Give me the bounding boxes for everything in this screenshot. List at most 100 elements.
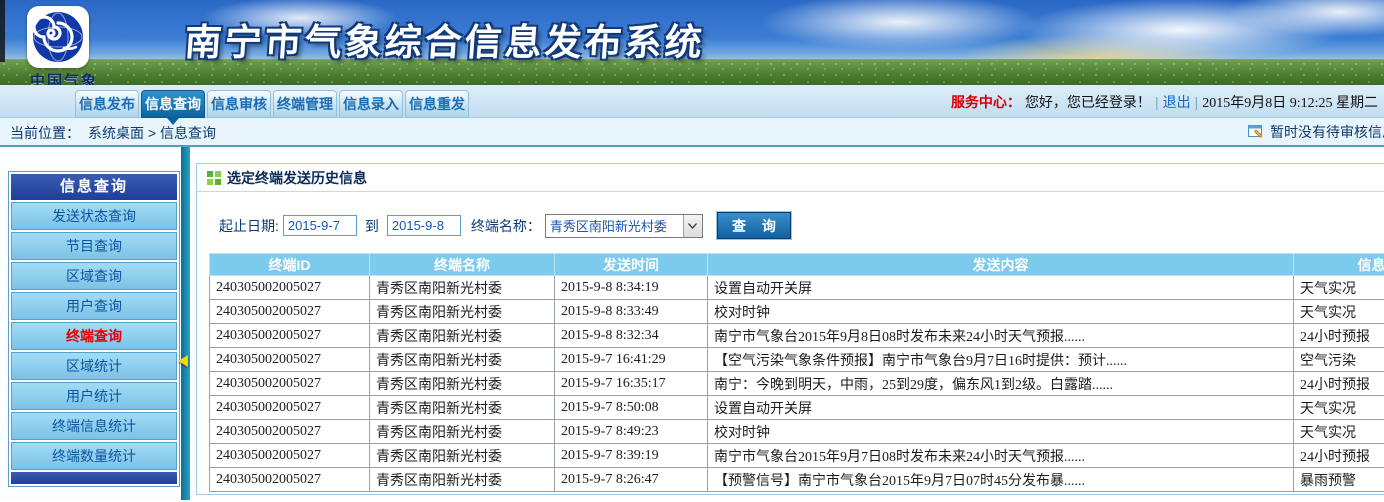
service-center: 服务中心： 您好，您已经登录！ | 退出 | 2015年9月8日 9:12:25… [951, 85, 1378, 118]
sidebar-item-发送状态查询[interactable]: 发送状态查询 [11, 202, 177, 230]
site-title: 南宁市气象综合信息发布系统 [183, 12, 707, 66]
main-nav-bar: 信息发布信息查询信息审核终端管理信息录入信息重发 服务中心： 您好，您已经登录！… [0, 85, 1384, 118]
sidebar-item-终端查询[interactable]: 终端查询 [11, 322, 177, 350]
history-panel: 选定终端发送历史信息 起止日期: 到 终端名称： 青秀区南阳新光村委 查 询 [196, 163, 1384, 495]
table-cell: 设置自动开关屏 [708, 396, 1294, 420]
table-cell: 24小时预报 [1294, 372, 1384, 396]
table-cell: 2015-9-8 8:34:19 [555, 276, 708, 300]
table-cell: 南宁市气象台2015年9月8日08时发布未来24小时天气预报...... [708, 324, 1294, 348]
logout-link[interactable]: 退出 [1163, 92, 1191, 112]
table-cell: 2015-9-7 16:41:29 [555, 348, 708, 372]
chevron-down-icon [688, 223, 697, 229]
terminal-select[interactable]: 青秀区南阳新光村委 [545, 214, 703, 238]
table-row: 240305002005027青秀区南阳新光村委2015-9-7 16:35:1… [210, 372, 1384, 396]
breadcrumb-path: 系统桌面 > 信息查询 [88, 125, 216, 141]
breadcrumb-label: 当前位置： [10, 125, 80, 141]
current-datetime: 2015年9月8日 9:12:25 星期二 [1202, 92, 1378, 112]
sidebar-item-终端数量统计[interactable]: 终端数量统计 [11, 442, 177, 470]
service-center-label: 服务中心： [951, 92, 1021, 112]
notepad-pencil-icon [1248, 124, 1265, 140]
nav-tab-终端管理[interactable]: 终端管理 [273, 90, 337, 118]
table-cell: 南宁市气象台2015年9月7日08时发布未来24小时天气预报...... [708, 444, 1294, 468]
history-table-wrap: 终端ID终端名称发送时间发送内容信息位 240305002005027青秀区南阳… [209, 253, 1384, 492]
sidebar-item-终端信息统计[interactable]: 终端信息统计 [11, 412, 177, 440]
table-row: 240305002005027青秀区南阳新光村委2015-9-7 8:26:47… [210, 468, 1384, 492]
table-cell: 青秀区南阳新光村委 [370, 420, 555, 444]
audit-notice-text: 暂时没有待审核信息 [1270, 122, 1384, 142]
table-body: 240305002005027青秀区南阳新光村委2015-9-8 8:34:19… [210, 276, 1384, 492]
date-range-label: 起止日期: [219, 216, 279, 236]
table-cell: 240305002005027 [210, 348, 370, 372]
nav-tab-信息发布[interactable]: 信息发布 [75, 90, 139, 118]
table-cell: 暴雨预警 [1294, 468, 1384, 492]
table-cell: 【预警信号】南宁市气象台2015年9月7日07时45分发布暴...... [708, 468, 1294, 492]
table-row: 240305002005027青秀区南阳新光村委2015-9-8 8:32:34… [210, 324, 1384, 348]
separator: | [1195, 94, 1199, 110]
table-cell: 2015-9-7 8:49:23 [555, 420, 708, 444]
table-row: 240305002005027青秀区南阳新光村委2015-9-7 8:39:19… [210, 444, 1384, 468]
table-cell: 2015-9-7 8:39:19 [555, 444, 708, 468]
panel-title: 选定终端发送历史信息 [227, 164, 367, 192]
table-cell: 240305002005027 [210, 324, 370, 348]
table-header-row: 终端ID终端名称发送时间发送内容信息位 [210, 254, 1384, 276]
date-from-input[interactable] [283, 215, 357, 236]
table-cell: 240305002005027 [210, 396, 370, 420]
table-cell: 青秀区南阳新光村委 [370, 348, 555, 372]
login-greeting: 您好，您已经登录！ [1025, 92, 1151, 112]
breadcrumb: 当前位置： 系统桌面 > 信息查询 [10, 123, 216, 143]
table-cell: 240305002005027 [210, 276, 370, 300]
to-label: 到 [365, 216, 379, 236]
history-table: 终端ID终端名称发送时间发送内容信息位 240305002005027青秀区南阳… [209, 253, 1384, 492]
table-cell: 2015-9-7 16:35:17 [555, 372, 708, 396]
sidebar-collapse-arrow[interactable] [178, 355, 188, 367]
table-row: 240305002005027青秀区南阳新光村委2015-9-8 8:33:49… [210, 300, 1384, 324]
nav-tab-信息查询[interactable]: 信息查询 [141, 90, 205, 118]
nav-tab-信息录入[interactable]: 信息录入 [339, 90, 403, 118]
query-button[interactable]: 查 询 [717, 212, 791, 239]
table-cell: 空气污染 [1294, 348, 1384, 372]
table-cell: 2015-9-8 8:32:34 [555, 324, 708, 348]
top-banner: 中国气象 南宁市气象综合信息发布系统 [0, 0, 1384, 85]
nav-tabs: 信息发布信息查询信息审核终端管理信息录入信息重发 [75, 90, 469, 118]
sidebar-item-节目查询[interactable]: 节目查询 [11, 232, 177, 260]
table-cell: 设置自动开关屏 [708, 276, 1294, 300]
table-cell: 天气实况 [1294, 420, 1384, 444]
table-cell: 青秀区南阳新光村委 [370, 276, 555, 300]
table-cell: 24小时预报 [1294, 324, 1384, 348]
sidebar-item-区域查询[interactable]: 区域查询 [11, 262, 177, 290]
table-cell: 青秀区南阳新光村委 [370, 324, 555, 348]
nav-tab-信息重发[interactable]: 信息重发 [405, 90, 469, 118]
table-cell: 青秀区南阳新光村委 [370, 444, 555, 468]
table-cell: 2015-9-7 8:50:08 [555, 396, 708, 420]
table-cell: 240305002005027 [210, 300, 370, 324]
table-row: 240305002005027青秀区南阳新光村委2015-9-7 8:49:23… [210, 420, 1384, 444]
table-cell: 240305002005027 [210, 420, 370, 444]
sidebar-footer [11, 472, 177, 484]
table-cell: 24小时预报 [1294, 444, 1384, 468]
separator: | [1155, 94, 1159, 110]
table-cell: 青秀区南阳新光村委 [370, 372, 555, 396]
panel-divider [181, 147, 190, 500]
audit-notice[interactable]: 暂时没有待审核信息 [1248, 122, 1384, 142]
sidebar-item-用户统计[interactable]: 用户统计 [11, 382, 177, 410]
table-cell: 240305002005027 [210, 468, 370, 492]
column-header-信息位: 信息位 [1294, 254, 1384, 276]
query-form: 起止日期: 到 终端名称： 青秀区南阳新光村委 查 询 [219, 212, 1384, 239]
nav-tab-信息审核[interactable]: 信息审核 [207, 90, 271, 118]
column-header-发送内容: 发送内容 [708, 254, 1294, 276]
table-cell: 天气实况 [1294, 300, 1384, 324]
terminal-name-label: 终端名称： [471, 216, 541, 236]
sidebar-item-用户查询[interactable]: 用户查询 [11, 292, 177, 320]
table-row: 240305002005027青秀区南阳新光村委2015-9-7 16:41:2… [210, 348, 1384, 372]
table-cell: 青秀区南阳新光村委 [370, 396, 555, 420]
dropdown-button[interactable] [683, 215, 702, 237]
sidebar-menu-box: 信息查询 发送状态查询节目查询区域查询用户查询终端查询区域统计用户统计终端信息统… [8, 171, 180, 487]
column-header-终端名称: 终端名称 [370, 254, 555, 276]
sidebar-item-区域统计[interactable]: 区域统计 [11, 352, 177, 380]
banner-left-edge [0, 0, 5, 62]
table-cell: 【空气污染气象条件预报】南宁市气象台9月7日16时提供：预计...... [708, 348, 1294, 372]
table-cell: 2015-9-8 8:33:49 [555, 300, 708, 324]
date-to-input[interactable] [387, 215, 461, 236]
column-header-发送时间: 发送时间 [555, 254, 708, 276]
terminal-select-value: 青秀区南阳新光村委 [546, 216, 683, 235]
